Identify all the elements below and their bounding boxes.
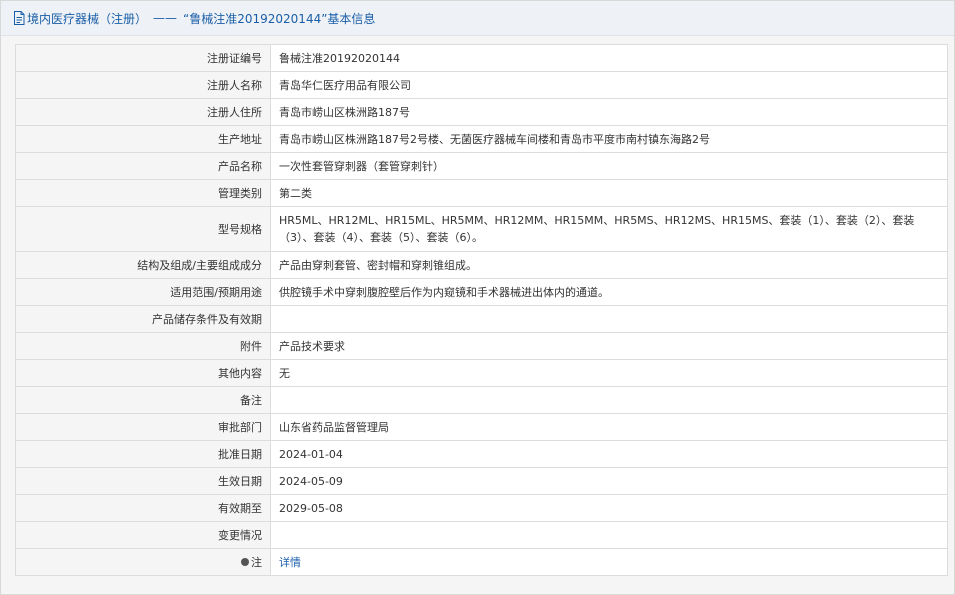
field-label: 其他内容 (15, 359, 271, 387)
field-value: 2029-05-08 (270, 494, 948, 522)
field-value: 2024-01-04 (270, 440, 948, 468)
field-label: 产品名称 (15, 152, 271, 180)
field-label: 产品储存条件及有效期 (15, 305, 271, 333)
field-label: 有效期至 (15, 494, 271, 522)
table-row: 产品名称 一次性套管穿刺器（套管穿刺针） (15, 152, 948, 180)
field-label: 注册人名称 (15, 71, 271, 99)
field-label: 批准日期 (15, 440, 271, 468)
header-title-prefix: 境内医疗器械（注册） (27, 11, 148, 26)
table-row: 型号规格 HR5ML、HR12ML、HR15ML、HR5MM、HR12MM、HR1… (15, 206, 948, 252)
table-row: 管理类别 第二类 (15, 179, 948, 207)
field-label: 管理类别 (15, 179, 271, 207)
field-label: 注册证编号 (15, 44, 271, 72)
field-value: 一次性套管穿刺器（套管穿刺针） (270, 152, 948, 180)
field-label: 变更情况 (15, 521, 271, 549)
note-row: 注 详情 (15, 548, 948, 576)
table-row: 结构及组成/主要组成成分 产品由穿刺套管、密封帽和穿刺锥组成。 (15, 251, 948, 279)
field-value: 青岛市崂山区株洲路187号 (270, 98, 948, 126)
field-value (270, 305, 948, 333)
table-row: 注册人名称 青岛华仁医疗用品有限公司 (15, 71, 948, 99)
field-value (270, 521, 948, 549)
field-value: 2024-05-09 (270, 467, 948, 495)
table-row: 有效期至 2029-05-08 (15, 494, 948, 522)
table-row: 产品储存条件及有效期 (15, 305, 948, 333)
panel-header: 境内医疗器械（注册） —— “鲁械注准20192020144”基本信息 (1, 1, 954, 36)
document-icon (13, 11, 25, 25)
field-value: 产品技术要求 (270, 332, 948, 360)
field-value: 产品由穿刺套管、密封帽和穿刺锥组成。 (270, 251, 948, 279)
field-value: 青岛华仁医疗用品有限公司 (270, 71, 948, 99)
field-value: 无 (270, 359, 948, 387)
note-label-cell: 注 (15, 548, 271, 576)
header-title-main: “鲁械注准20192020144”基本信息 (183, 11, 376, 26)
field-value: 山东省药品监督管理局 (270, 413, 948, 441)
field-label: 附件 (15, 332, 271, 360)
detail-panel: 境内医疗器械（注册） —— “鲁械注准20192020144”基本信息 注册证编… (0, 0, 955, 595)
field-label: 生产地址 (15, 125, 271, 153)
field-value: 鲁械注准20192020144 (270, 44, 948, 72)
field-label: 审批部门 (15, 413, 271, 441)
field-value: 供腔镜手术中穿刺腹腔壁后作为内窥镜和手术器械进出体内的通道。 (270, 278, 948, 306)
table-row: 其他内容无 (15, 359, 948, 387)
table-row: 注册人住所 青岛市崂山区株洲路187号 (15, 98, 948, 126)
field-label: 备注 (15, 386, 271, 414)
note-label: 注 (251, 555, 262, 569)
table-row: 生产地址 青岛市崂山区株洲路187号2号楼、无菌医疗器械车间楼和青岛市平度市南村镇… (15, 125, 948, 153)
field-value: HR5ML、HR12ML、HR15ML、HR5MM、HR12MM、HR15MM、… (270, 206, 948, 252)
table-row: 变更情况 (15, 521, 948, 549)
note-value-cell: 详情 (270, 548, 948, 576)
table-row: 注册证编号 鲁械注准20192020144 (15, 44, 948, 72)
field-value: 第二类 (270, 179, 948, 207)
field-label: 结构及组成/主要组成成分 (15, 251, 271, 279)
header-separator: —— (153, 11, 178, 25)
detail-link[interactable]: 详情 (279, 556, 301, 569)
table-row: 生效日期 2024-05-09 (15, 467, 948, 495)
table-row: 批准日期 2024-01-04 (15, 440, 948, 468)
table-row: 审批部门 山东省药品监督管理局 (15, 413, 948, 441)
field-value: 青岛市崂山区株洲路187号2号楼、无菌医疗器械车间楼和青岛市平度市南村镇东海路2… (270, 125, 948, 153)
note-icon (241, 557, 249, 566)
info-table: 注册证编号 鲁械注准20192020144 注册人名称 青岛华仁医疗用品有限公司 注册人… (15, 44, 948, 576)
field-label: 适用范围/预期用途 (15, 278, 271, 306)
field-label: 生效日期 (15, 467, 271, 495)
table-row: 备注 (15, 386, 948, 414)
field-label: 注册人住所 (15, 98, 271, 126)
field-label: 型号规格 (15, 206, 271, 252)
table-row: 适用范围/预期用途 供腔镜手术中穿刺腹腔壁后作为内窥镜和手术器械进出体内的通道。 (15, 278, 948, 306)
table-row: 附件 产品技术要求 (15, 332, 948, 360)
field-value (270, 386, 948, 414)
